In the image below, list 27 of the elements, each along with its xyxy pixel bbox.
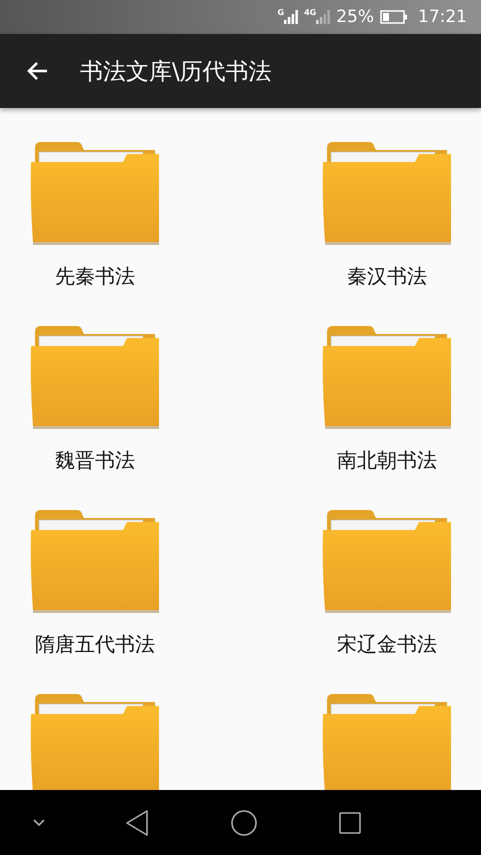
signal-icon	[316, 10, 330, 24]
network-label: 4G	[304, 8, 316, 17]
folder-name: 魏晋书法	[55, 447, 135, 474]
folder-icon[interactable]	[321, 324, 453, 430]
network-label: G	[277, 8, 284, 17]
chevron-down-icon[interactable]	[33, 818, 45, 826]
folder-name: 隋唐五代书法	[35, 631, 155, 658]
folder-icon[interactable]	[29, 324, 161, 430]
folder-icon[interactable]	[321, 692, 453, 790]
back-arrow-icon[interactable]	[26, 61, 48, 81]
back-icon[interactable]	[125, 810, 149, 836]
folder-icon[interactable]	[321, 508, 453, 614]
folder-name: 秦汉书法	[347, 263, 427, 290]
folder-name: 先秦书法	[55, 263, 135, 290]
folder-icon[interactable]	[29, 508, 161, 614]
home-icon[interactable]	[231, 810, 257, 836]
recents-icon[interactable]	[339, 812, 361, 834]
folder-name: 南北朝书法	[337, 447, 437, 474]
folder-icon[interactable]	[29, 692, 161, 790]
signal-icon	[284, 10, 298, 24]
folder-name: 宋辽金书法	[337, 631, 437, 658]
battery-percent: 25%	[336, 7, 374, 27]
folder-icon[interactable]	[321, 140, 453, 246]
screen-title: 书法文库\历代书法	[80, 58, 272, 86]
battery-icon	[380, 10, 408, 24]
clock-time: 17:21	[418, 7, 467, 27]
folder-icon[interactable]	[29, 140, 161, 246]
